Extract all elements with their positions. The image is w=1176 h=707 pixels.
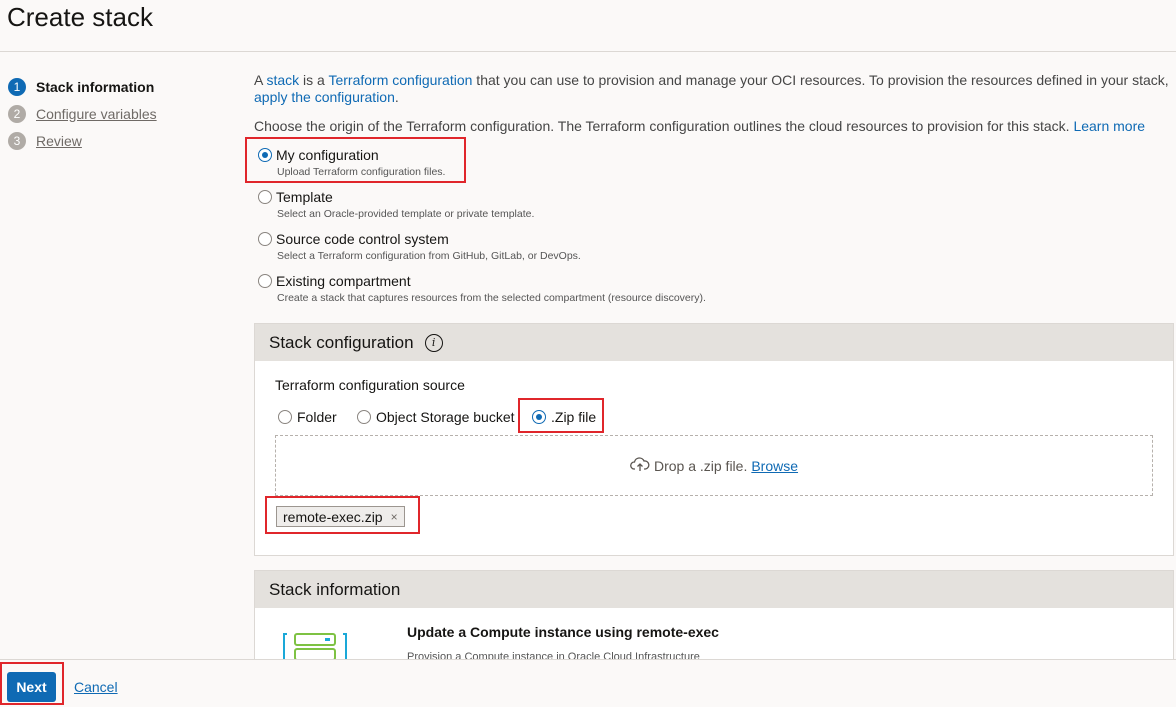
origin-option-template[interactable]: Template Select an Oracle-provided templ… [258,188,534,220]
step-label: Review [36,132,82,149]
step-number: 2 [8,104,26,123]
option-title: Template [276,189,333,206]
intro-text-part: is a [299,72,329,88]
terraform-configuration-link[interactable]: Terraform configuration [328,72,472,88]
drop-text: Drop a .zip file. [653,457,748,474]
origin-text: Choose the origin of the Terraform confi… [254,118,1074,134]
learn-more-link[interactable]: Learn more [1073,118,1145,134]
highlight-box [0,662,64,705]
source-option-folder[interactable]: Folder [278,409,337,425]
origin-option-existing-compartment[interactable]: Existing compartment Create a stack that… [258,272,706,304]
panel-header: Stack configuration i [255,324,1173,361]
option-description: Select an Oracle-provided template or pr… [277,208,535,221]
radio-button[interactable] [258,190,272,205]
radio-button[interactable] [258,274,272,289]
template-title: Update a Compute instance using remote-e… [407,624,719,640]
radio-button[interactable] [357,410,371,424]
radio-button[interactable] [258,232,272,247]
step-stack-information[interactable]: 1 Stack information [8,73,228,100]
intro-text-part: A [254,72,267,88]
main-content: A stack is a Terraform configuration tha… [254,72,1174,134]
source-option-object-storage[interactable]: Object Storage bucket [357,409,515,425]
option-description: Create a stack that captures resources f… [277,292,706,305]
intro-text-part: . [394,89,399,105]
radio-button[interactable] [278,410,292,424]
panel-header: Stack information [255,571,1173,608]
step-label: Stack information [36,78,155,95]
origin-option-source-code-control[interactable]: Source code control system Select a Terr… [258,230,581,262]
panel-title: Stack configuration [269,332,414,352]
step-number: 1 [8,77,26,96]
browse-link[interactable]: Browse [751,458,798,474]
origin-description: Choose the origin of the Terraform confi… [254,118,1174,134]
highlight-box [245,137,466,183]
step-number: 3 [8,131,26,150]
step-label: Configure variables [36,105,157,122]
intro-text: A stack is a Terraform configuration tha… [254,72,1172,106]
source-label: Object Storage bucket [376,409,515,425]
config-source-label: Terraform configuration source [275,377,465,393]
option-description: Select a Terraform configuration from Gi… [277,250,581,263]
file-dropzone[interactable]: Drop a .zip file. Browse [275,435,1153,496]
wizard-steps: 1 Stack information 2 Configure variable… [8,73,228,154]
step-review[interactable]: 3 Review [8,127,228,154]
page-title: Create stack [7,2,153,32]
source-label: Folder [297,409,337,425]
info-icon[interactable]: i [424,333,443,352]
highlight-box [265,496,420,534]
cloud-upload-icon [630,456,650,475]
apply-configuration-link[interactable]: apply the configuration [254,89,395,105]
step-configure-variables[interactable]: 2 Configure variables [8,100,228,127]
panel-title: Stack information [269,579,401,599]
highlight-box [518,398,604,433]
cancel-link[interactable]: Cancel [74,679,118,695]
option-title: Existing compartment [276,273,411,290]
footer-bar: Next Cancel [0,659,1176,707]
page-header: Create stack [0,0,1176,52]
intro-text-part: that you can use to provision and manage… [472,72,1169,88]
option-title: Source code control system [276,231,449,248]
stack-link[interactable]: stack [266,72,299,88]
